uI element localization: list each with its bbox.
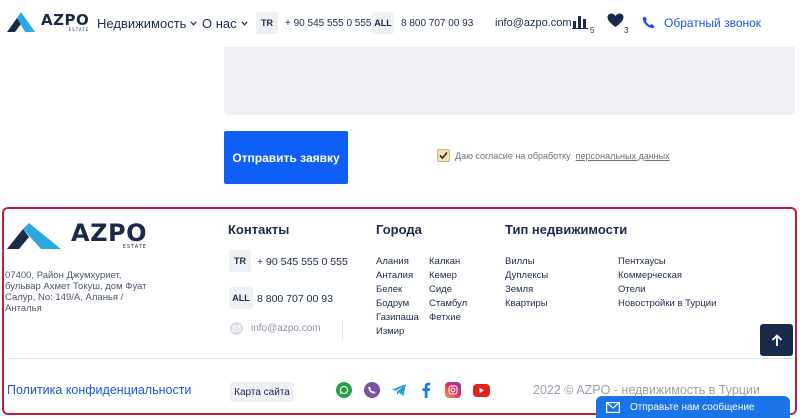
logo-subtext: ESTATE [122, 244, 147, 250]
nav-item-realty[interactable]: Недвижимость [97, 16, 198, 31]
phone-badge-tr: TR [256, 12, 278, 34]
checkmark-icon [439, 151, 448, 160]
property-type-link[interactable]: Земля [505, 284, 533, 295]
email-icon [230, 322, 243, 335]
consent-row: Даю согласие на обработку персональных д… [437, 149, 670, 162]
city-link[interactable]: Анталия [376, 270, 413, 281]
cities-heading: Города [376, 222, 422, 237]
phone-badge-all: ALL [372, 12, 394, 34]
sitemap-button[interactable]: Карта сайта [230, 382, 294, 402]
instagram-glyph-icon [448, 385, 458, 395]
consent-checkbox[interactable] [437, 149, 450, 162]
footer-email[interactable]: info@azpo.com [251, 323, 321, 334]
city-link[interactable]: Фетхие [429, 312, 461, 323]
footer-phone-all[interactable]: 8 800 707 00 93 [257, 293, 333, 305]
city-link[interactable]: Алания [376, 256, 409, 267]
nav-item-label: О нас [202, 16, 237, 31]
header-email[interactable]: info@azpo.com [495, 17, 572, 29]
viber-icon[interactable] [364, 382, 380, 398]
footer-address: 07400, Район Джумхуриет, бульвар Ахмет Т… [5, 270, 147, 314]
compare-count: 5 [590, 26, 595, 35]
city-link[interactable]: Сиде [429, 284, 452, 295]
logo-mark-icon [7, 222, 61, 249]
phone-number-tr[interactable]: + 90 545 555 0 555 [285, 18, 371, 29]
youtube-icon[interactable] [473, 384, 490, 397]
property-type-link[interactable]: Новостройки в Турции [618, 298, 716, 309]
divider [342, 320, 343, 340]
arrow-up-icon [771, 333, 782, 346]
chat-label: Отправьте нам сообщение [630, 401, 755, 413]
consent-text: Даю согласие на обработку [455, 150, 571, 161]
contacts-heading: Контакты [228, 222, 290, 237]
footer-divider [7, 358, 793, 359]
footer-phone-tr[interactable]: + 90 545 555 0 555 [257, 256, 348, 268]
property-type-link[interactable]: Виллы [505, 256, 535, 267]
message-textarea[interactable] [224, 47, 795, 115]
logo-text: AZPO [41, 10, 90, 29]
property-type-link[interactable]: Дуплексы [505, 270, 548, 281]
telegram-icon[interactable] [391, 382, 407, 398]
city-link[interactable]: Калкан [429, 256, 460, 267]
viber-glyph-icon [368, 386, 376, 394]
whatsapp-glyph-icon [339, 385, 349, 395]
property-type-link[interactable]: Квартиры [505, 298, 548, 309]
header-logo[interactable]: AZPO ESTATE [7, 12, 89, 32]
property-type-link[interactable]: Коммерческая [618, 270, 682, 281]
whatsapp-icon[interactable] [336, 382, 352, 398]
instagram-icon[interactable] [445, 382, 461, 398]
logo-subtext: ESTATE [68, 26, 90, 32]
telegram-glyph-icon [392, 384, 406, 396]
facebook-glyph-icon [422, 382, 431, 398]
city-link[interactable]: Стамбул [429, 298, 467, 309]
envelope-icon [606, 401, 620, 413]
privacy-policy-link[interactable]: Политика конфиденциальности [7, 383, 191, 397]
property-types-heading: Тип недвижимости [505, 222, 628, 237]
phone-number-all[interactable]: 8 800 707 00 93 [401, 18, 473, 29]
nav-item-label: Недвижимость [97, 16, 187, 31]
scroll-to-top-button[interactable] [760, 324, 793, 356]
footer-logo[interactable]: AZPO ESTATE [7, 221, 147, 250]
city-link[interactable]: Кемер [429, 270, 457, 281]
city-link[interactable]: Бодрум [376, 298, 409, 309]
facebook-icon[interactable] [418, 382, 434, 398]
heart-icon[interactable] [607, 13, 624, 28]
phone-badge-tr: TR [229, 250, 251, 272]
chevron-down-icon [190, 21, 198, 26]
logo-text: AZPO [71, 219, 147, 247]
city-link[interactable]: Измир [376, 326, 404, 337]
compare-icon[interactable] [572, 13, 588, 29]
nav-item-about[interactable]: О нас [202, 16, 248, 31]
youtube-glyph-icon [479, 387, 484, 394]
city-link[interactable]: Белек [376, 284, 402, 295]
personal-data-link[interactable]: персональных данных [576, 151, 670, 161]
copyright-text: 2022 © AZPO - недвижимость в Турции [533, 383, 760, 397]
chat-widget-button[interactable]: Отправьте нам сообщение [596, 396, 790, 418]
phone-call-icon[interactable] [642, 16, 655, 29]
site-header: AZPO ESTATE Недвижимость О нас TR + 90 5… [0, 0, 800, 46]
property-type-link[interactable]: Пентхаусы [618, 256, 666, 267]
phone-badge-all: ALL [229, 287, 253, 309]
logo-mark-icon [7, 12, 35, 32]
chevron-down-icon [241, 21, 248, 26]
callback-link[interactable]: Обратный звонок [664, 16, 761, 30]
city-link[interactable]: Газипаша [376, 312, 419, 323]
favorites-count: 3 [624, 26, 629, 35]
property-type-link[interactable]: Отели [618, 284, 645, 295]
submit-request-button[interactable]: Отправить заявку [224, 131, 348, 184]
